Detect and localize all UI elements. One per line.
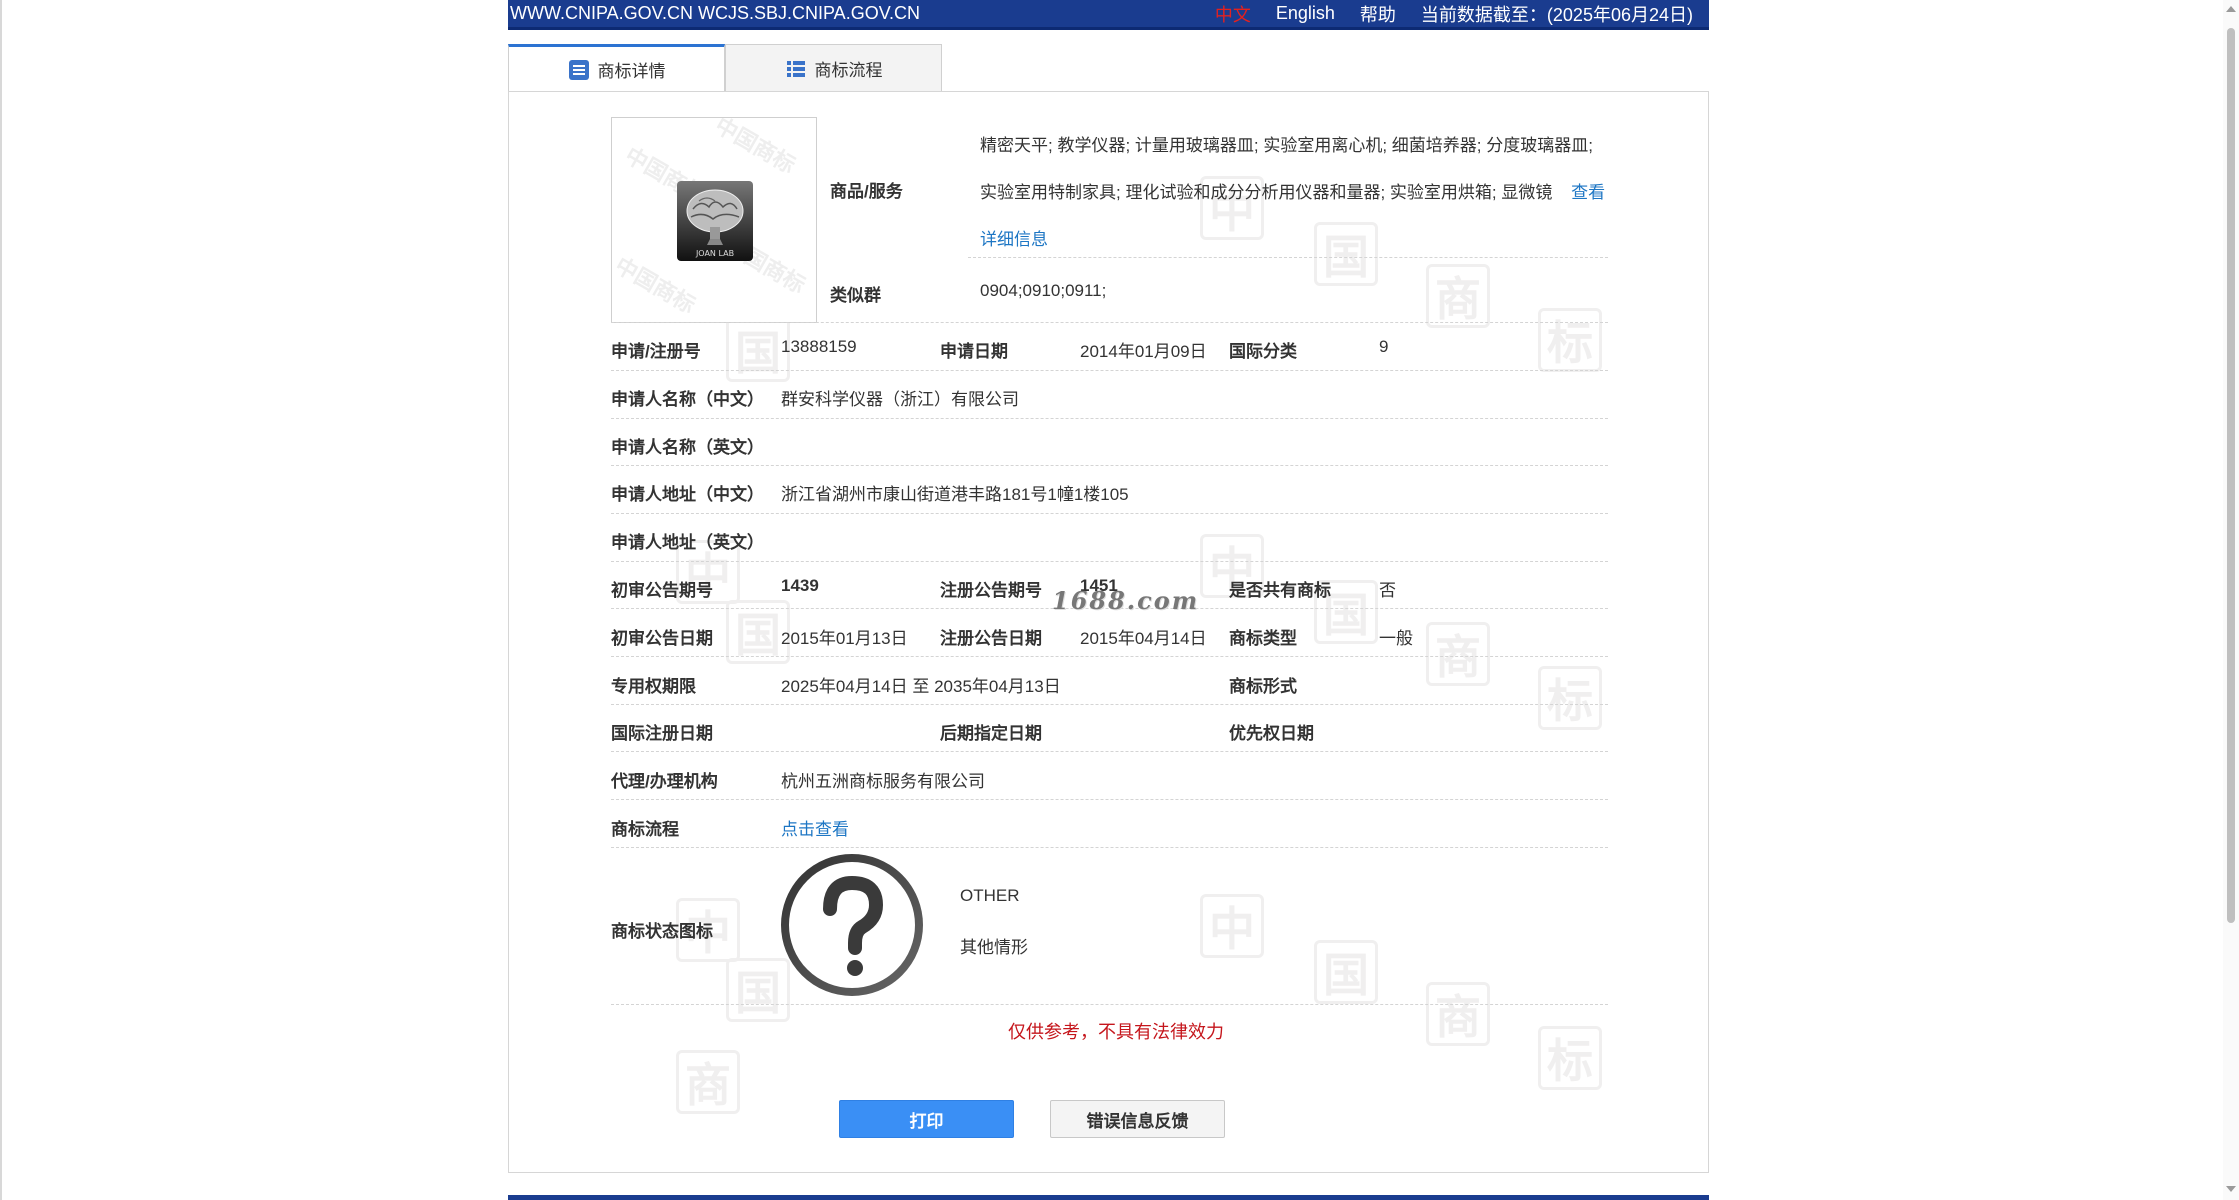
row-divider xyxy=(611,1004,1608,1005)
row-divider xyxy=(611,322,1608,323)
feedback-button[interactable]: 错误信息反馈 xyxy=(1050,1100,1225,1138)
prelim-date-value: 2015年01月13日 xyxy=(781,629,908,648)
trademark-image[interactable]: 中国商标 中国商标 中国商标 中国商标 JOAN LAB xyxy=(611,117,817,323)
logo-text: JOAN LAB xyxy=(695,249,734,258)
app-date-label: 申请日期 xyxy=(940,342,1008,361)
row-divider xyxy=(611,513,1608,514)
similar-group-value: 0904;0910;0911; xyxy=(980,281,1107,300)
tab-label: 商标详情 xyxy=(597,62,666,81)
view-flow-link[interactable]: 点击查看 xyxy=(781,815,849,840)
row-divider xyxy=(611,656,1608,657)
row-divider xyxy=(611,465,1608,466)
app-date-value: 2014年01月09日 xyxy=(1080,342,1207,361)
intl-class-value: 9 xyxy=(1379,337,1389,356)
intl-class-label: 国际分类 xyxy=(1229,342,1297,361)
row-divider xyxy=(611,418,1608,419)
status-label: 商标状态图标 xyxy=(611,922,713,941)
priority-label: 优先权日期 xyxy=(1229,724,1314,743)
tab-label: 商标流程 xyxy=(814,61,883,80)
top-bar: WWW.CNIPA.GOV.CN WCJS.SBJ.CNIPA.GOV.CN 中… xyxy=(508,0,1709,30)
lang-en-link[interactable]: English xyxy=(1276,3,1335,24)
status-text: 其他情形 xyxy=(960,938,1028,957)
site-links[interactable]: WWW.CNIPA.GOV.CN WCJS.SBJ.CNIPA.GOV.CN xyxy=(510,3,920,24)
rights-period-label: 专用权期限 xyxy=(611,677,696,696)
scrollbar-thumb[interactable] xyxy=(2227,28,2235,923)
applicant-addr-cn-value: 浙江省湖州市康山街道港丰路181号1幢1楼105 xyxy=(781,485,1129,504)
row-divider xyxy=(611,561,1608,562)
shared-label: 是否共有商标 xyxy=(1229,581,1331,600)
similar-group-label: 类似群 xyxy=(830,286,881,305)
row-divider xyxy=(968,257,1608,258)
shared-value: 否 xyxy=(1379,581,1396,600)
agent-value: 杭州五洲商标服务有限公司 xyxy=(781,772,985,791)
flow-label: 商标流程 xyxy=(611,820,679,839)
prelim-date-label: 初审公告日期 xyxy=(611,629,713,648)
reg-no-value: 13888159 xyxy=(781,337,857,356)
row-divider xyxy=(611,751,1608,752)
applicant-addr-cn-label: 申请人地址（中文） xyxy=(611,485,764,504)
disclaimer: 仅供参考，不具有法律效力 xyxy=(1008,1022,1224,1042)
scroll-up-arrow-icon[interactable] xyxy=(2226,6,2236,12)
top-bar-right: 中文 English 帮助 当前数据截至：(2025年06月24日) xyxy=(1215,1,1707,27)
row-divider xyxy=(611,370,1608,371)
window-left-edge xyxy=(0,0,2,1200)
applicant-name-en-label: 申请人名称（英文） xyxy=(611,438,764,457)
question-mark-icon xyxy=(781,854,923,996)
goods-value: 精密天平; 教学仪器; 计量用玻璃器皿; 实验室用离心机; 细菌培养器; 分度玻… xyxy=(980,122,1610,263)
form-label: 商标形式 xyxy=(1229,677,1297,696)
intl-reg-date-label: 国际注册日期 xyxy=(611,724,713,743)
tab-trademark-detail[interactable]: 商标详情 xyxy=(508,44,725,92)
goods-text: 精密天平; 教学仪器; 计量用玻璃器皿; 实验室用离心机; 细菌培养器; 分度玻… xyxy=(980,136,1593,202)
help-link[interactable]: 帮助 xyxy=(1360,1,1396,27)
reg-date-label: 注册公告日期 xyxy=(940,629,1042,648)
watermark-faint: 中国商标 xyxy=(710,117,800,179)
data-as-of: 当前数据截至：(2025年06月24日) xyxy=(1420,4,1693,25)
applicant-name-cn-label: 申请人名称（中文） xyxy=(611,390,764,409)
rights-period-value: 2025年04月14日 至 2035年04月13日 xyxy=(781,677,1061,696)
reg-no-label: 申请/注册号 xyxy=(611,342,701,361)
applicant-addr-en-label: 申请人地址（英文） xyxy=(611,533,764,552)
applicant-name-cn-value: 群安科学仪器（浙江）有限公司 xyxy=(781,390,1019,409)
status-code: OTHER xyxy=(960,886,1020,905)
bottom-bar xyxy=(508,1195,1709,1200)
list-flow-icon xyxy=(785,58,807,80)
prelim-no-label: 初审公告期号 xyxy=(611,581,713,600)
row-divider xyxy=(611,799,1608,800)
row-divider xyxy=(611,704,1608,705)
type-value: 一般 xyxy=(1379,629,1413,648)
prelim-no-value: 1439 xyxy=(781,576,819,595)
agent-label: 代理/办理机构 xyxy=(611,772,718,791)
reg-announce-no-label: 注册公告期号 xyxy=(940,581,1042,600)
goods-label: 商品/服务 xyxy=(830,182,903,201)
list-detail-icon xyxy=(568,59,590,81)
type-label: 商标类型 xyxy=(1229,629,1297,648)
reg-date-value: 2015年04月14日 xyxy=(1080,629,1207,648)
tab-bar: 商标详情 商标流程 xyxy=(508,44,942,92)
row-divider xyxy=(611,847,1608,848)
scroll-down-arrow-icon[interactable] xyxy=(2226,1186,2236,1192)
brain-tree-logo: JOAN LAB xyxy=(677,181,753,261)
tab-trademark-flow[interactable]: 商标流程 xyxy=(725,44,942,92)
later-date-label: 后期指定日期 xyxy=(940,724,1042,743)
print-button[interactable]: 打印 xyxy=(839,1100,1014,1138)
watermark-1688: 1688.com xyxy=(1052,586,1200,615)
lang-zh-link[interactable]: 中文 xyxy=(1215,1,1251,27)
